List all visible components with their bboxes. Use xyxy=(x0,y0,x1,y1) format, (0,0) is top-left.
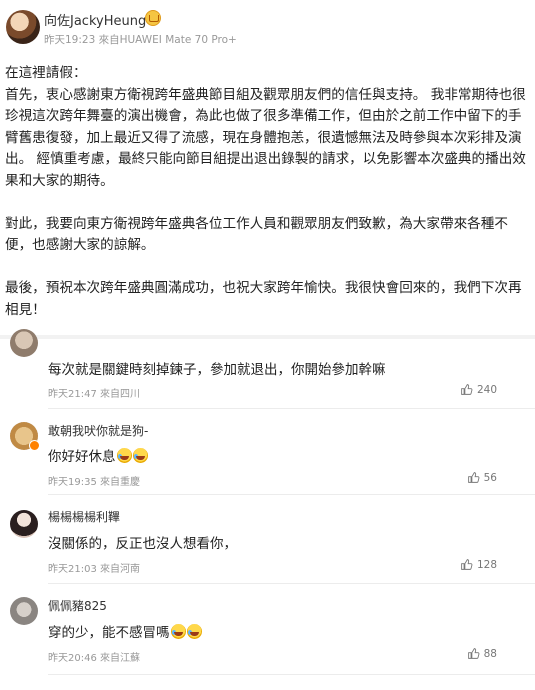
comment-item: 佩佩豬825 穿的少，能不感冒嗎 昨天20:46 來自江蘇 88 xyxy=(0,585,535,675)
vip-crown-icon xyxy=(145,10,161,26)
laugh-tear-emoji-icon xyxy=(132,448,148,463)
post-meta: 昨天19:23 來自HUAWEI Mate 70 Pro+ xyxy=(44,34,237,46)
thumbs-up-icon xyxy=(467,648,480,659)
comment-item: 楊楊楊楊利鞸 沒關係的，反正也沒人想看你， 昨天21:03 來自河南 128 xyxy=(0,496,535,584)
post-paragraph: 在這裡請假： xyxy=(5,65,87,81)
commenter-name[interactable]: 佩佩豬825 xyxy=(48,597,107,614)
like-count: 56 xyxy=(483,471,497,484)
comment-separator xyxy=(48,583,535,584)
comment-separator xyxy=(48,494,535,495)
comment-meta: 昨天19:35 來自重慶 xyxy=(48,477,140,488)
comment-text: 每次就是關鍵時刻掉鍊子，參加就退出，你開始參加幹嘛 xyxy=(48,362,386,378)
comment-text: 穿的少，能不感冒嗎 xyxy=(48,621,202,641)
post-header: 向佐JackyHeung 昨天19:23 來自HUAWEI Mate 70 Pr… xyxy=(0,0,535,58)
laugh-tear-emoji-icon xyxy=(116,448,132,463)
comment-meta: 昨天20:46 來自江蘇 xyxy=(48,653,140,664)
commenter-avatar[interactable] xyxy=(10,597,38,625)
comment-text-body: 你好好休息 xyxy=(48,449,116,465)
like-count: 88 xyxy=(483,647,497,660)
comment-separator xyxy=(48,408,535,409)
comment-text: 你好好休息 xyxy=(48,445,148,465)
comment-item: 敢朝我吠你就是狗- 你好好休息 昨天19:35 來自重慶 56 xyxy=(0,410,535,495)
laugh-tear-emoji-icon xyxy=(170,624,186,639)
commenter-name[interactable]: 楊楊楊楊利鞸 xyxy=(48,508,120,525)
like-button[interactable]: 56 xyxy=(467,471,497,484)
post-paragraph: 最後，預祝本次跨年盛典圓滿成功，也祝大家跨年愉快。我很快會回來的，我們下次再相見… xyxy=(5,280,522,318)
commenter-avatar[interactable] xyxy=(10,510,38,538)
author-username[interactable]: 向佐JackyHeung xyxy=(44,10,146,29)
post-paragraph: 對此，我要向東方衛視跨年盛典各位工作人員和觀眾朋友們致歉，為大家帶來各種不便，也… xyxy=(5,215,508,254)
commenter-name[interactable]: 敢朝我吠你就是狗- xyxy=(48,422,148,439)
like-count: 128 xyxy=(476,558,497,571)
comment-item: 每次就是關鍵時刻掉鍊子，參加就退出，你開始參加幹嘛 昨天21:47 來自四川 2… xyxy=(0,329,535,409)
laugh-tear-emoji-icon xyxy=(186,624,202,639)
like-count: 240 xyxy=(476,383,497,396)
comment-meta: 昨天21:47 來自四川 xyxy=(48,389,140,400)
author-avatar[interactable] xyxy=(6,10,40,44)
comment-separator xyxy=(48,674,535,675)
post-body: 在這裡請假： 首先，衷心感謝東方衛視跨年盛典節目組及觀眾朋友們的信任與支持。 我… xyxy=(5,63,529,321)
thumbs-up-icon xyxy=(461,384,473,395)
like-button[interactable]: 128 xyxy=(460,558,497,571)
verified-badge-icon xyxy=(29,440,40,451)
comment-meta: 昨天21:03 來自河南 xyxy=(48,564,140,575)
thumbs-up-icon xyxy=(461,559,473,570)
comment-text-body: 穿的少，能不感冒嗎 xyxy=(48,625,170,641)
post-paragraph: 首先，衷心感謝東方衛視跨年盛典節目組及觀眾朋友們的信任與支持。 我非常期待也很珍… xyxy=(5,86,526,189)
like-button[interactable]: 88 xyxy=(467,647,497,660)
commenter-avatar[interactable] xyxy=(10,329,38,357)
thumbs-up-icon xyxy=(467,472,480,483)
comment-text: 沒關係的，反正也沒人想看你， xyxy=(48,536,237,552)
like-button[interactable]: 240 xyxy=(460,383,497,396)
